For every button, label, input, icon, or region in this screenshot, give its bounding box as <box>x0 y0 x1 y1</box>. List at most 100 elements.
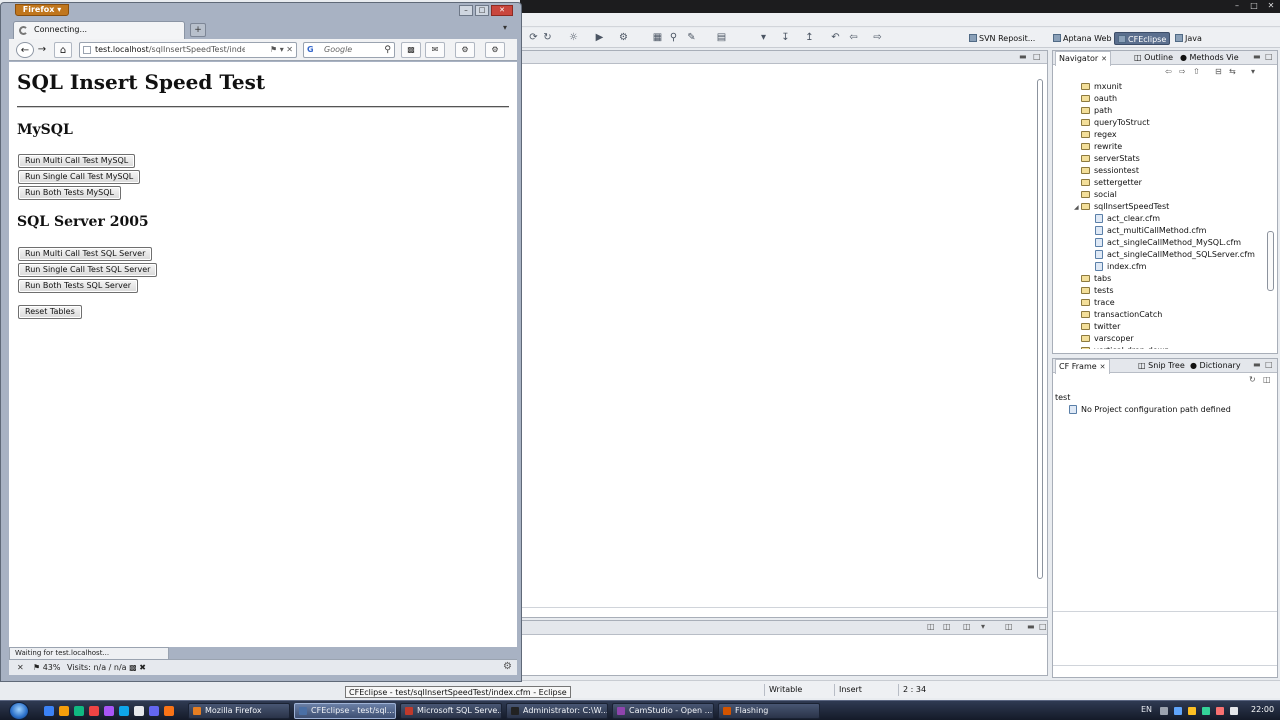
tray-icon[interactable] <box>1202 707 1210 715</box>
close-icon[interactable]: ✕ <box>1101 55 1107 63</box>
panel-toolbar-icon[interactable]: ◫ <box>943 622 951 631</box>
taskbar-item-flashing[interactable]: Flashing <box>718 703 820 719</box>
perspective-java[interactable]: Java <box>1172 32 1205 45</box>
tree-folder[interactable]: tests <box>1081 285 1114 297</box>
close-icon[interactable]: ✖ <box>139 663 146 672</box>
run-multi-call-sqlserver-button[interactable]: Run Multi Call Test SQL Server <box>18 247 153 261</box>
external-tools-icon[interactable]: ⚙ <box>618 32 629 43</box>
google-icon[interactable]: G <box>307 44 314 56</box>
tray-icon[interactable] <box>1216 707 1224 715</box>
tree-folder[interactable]: sessiontest <box>1081 165 1139 177</box>
minimize-icon[interactable]: ▬ <box>1253 52 1261 61</box>
tree-file[interactable]: index.cfm <box>1095 261 1146 273</box>
quicklaunch-icon[interactable] <box>44 706 54 716</box>
tree-folder[interactable]: rewrite <box>1081 141 1122 153</box>
quicklaunch-icon[interactable] <box>134 706 144 716</box>
open-type-icon[interactable]: ▦ <box>652 32 663 43</box>
tree-file[interactable]: act_singleCallMethod_SQLServer.cfm <box>1095 249 1255 261</box>
forward-button[interactable]: → <box>36 42 48 58</box>
maximize-icon[interactable]: □ <box>1247 1 1261 11</box>
tree-folder[interactable]: ◢ sqlInsertSpeedTest <box>1074 201 1169 213</box>
run-multi-call-mysql-button[interactable]: Run Multi Call Test MySQL <box>18 154 136 168</box>
quicklaunch-icon[interactable] <box>119 706 129 716</box>
tab-methods-view[interactable]: ● Methods Vie <box>1177 51 1242 65</box>
tray-icon[interactable] <box>1174 707 1182 715</box>
maximize-icon[interactable]: □ <box>475 5 489 16</box>
browser-tab[interactable]: Connecting... <box>13 21 185 39</box>
view-menu-icon[interactable]: ▾ <box>1251 67 1255 76</box>
tab-navigator[interactable]: Navigator ✕ <box>1055 51 1112 66</box>
forward-icon[interactable]: ⇨ <box>1179 67 1186 76</box>
sync-icon[interactable]: ⟳ <box>528 32 539 43</box>
maximize-icon[interactable]: □ <box>1039 622 1047 631</box>
panel-toolbar-icon[interactable]: ◫ <box>927 622 935 631</box>
prev-annotation-icon[interactable]: ↥ <box>804 32 815 43</box>
taskbar-item-camstudio[interactable]: CamStudio - Open ... <box>612 703 714 719</box>
tree-file[interactable]: act_multiCallMethod.cfm <box>1095 225 1206 237</box>
maximize-icon[interactable]: □ <box>1265 360 1273 369</box>
gear-icon[interactable]: ⚙ <box>503 661 512 673</box>
run-single-call-sqlserver-button[interactable]: Run Single Call Test SQL Server <box>18 263 158 277</box>
quicklaunch-icon[interactable] <box>164 706 174 716</box>
tray-icon[interactable] <box>1160 707 1168 715</box>
stop-icon[interactable]: ✕ <box>286 45 293 54</box>
tree-folder[interactable]: mxunit <box>1081 81 1122 93</box>
tree-folder[interactable]: transactionCatch <box>1081 309 1162 321</box>
scrollbar-thumb[interactable] <box>1037 79 1043 579</box>
mark-icon[interactable]: ▤ <box>716 32 727 43</box>
minimize-icon[interactable]: ▬ <box>1019 52 1027 61</box>
editor-horizontal-scrollbar[interactable] <box>521 607 1047 617</box>
tree-folder[interactable]: varscoper <box>1081 333 1134 345</box>
perspective-cfeclipse[interactable]: CFEclipse <box>1114 32 1171 45</box>
addon-button[interactable]: ▩ <box>401 42 421 58</box>
tab-snip-tree[interactable]: ◫ Snip Tree <box>1135 359 1188 373</box>
tree-file[interactable]: act_clear.cfm <box>1095 213 1160 225</box>
back-icon[interactable]: ⇦ <box>848 32 859 43</box>
url-bar[interactable]: test.localhost/sqlInsertSpeedTest/index.… <box>79 42 297 58</box>
new-tab-button[interactable]: + <box>190 23 206 37</box>
minimize-icon[interactable]: – <box>1230 1 1244 11</box>
search-bar[interactable]: G Google ⚲ <box>303 42 395 58</box>
run-both-mysql-button[interactable]: Run Both Tests MySQL <box>18 186 121 200</box>
close-icon[interactable]: ✕ <box>1100 363 1106 371</box>
scrollbar-thumb[interactable] <box>1267 231 1274 291</box>
tab-list-icon[interactable]: ▾ <box>503 23 507 32</box>
clock[interactable]: 22:00 <box>1251 704 1274 716</box>
taskbar-item-firefox[interactable]: Mozilla Firefox <box>188 703 290 719</box>
tree-folder[interactable]: settergetter <box>1081 177 1142 189</box>
addon-button[interactable]: ⚙ <box>485 42 505 58</box>
close-icon[interactable]: ✕ <box>491 5 513 16</box>
quicklaunch-icon[interactable] <box>149 706 159 716</box>
debug-icon[interactable]: ☼ <box>568 32 579 43</box>
navigator-scrollbar[interactable] <box>1266 81 1275 349</box>
collapse-all-icon[interactable]: ⊟ <box>1215 67 1222 76</box>
panel-toolbar-icon[interactable]: ◫ <box>963 622 971 631</box>
reset-tables-button[interactable]: Reset Tables <box>18 305 82 319</box>
editor-area[interactable]: ▬ □ <box>520 50 1048 618</box>
dropdown-arrow-icon[interactable]: ▾ <box>758 32 769 43</box>
refresh-icon[interactable]: ↻ <box>1249 375 1256 384</box>
run-icon[interactable]: ▶ <box>594 32 605 43</box>
home-button[interactable]: ⌂ <box>54 42 72 58</box>
tree-folder[interactable]: path <box>1081 105 1112 117</box>
quicklaunch-icon[interactable] <box>74 706 84 716</box>
run-both-sqlserver-button[interactable]: Run Both Tests SQL Server <box>18 279 139 293</box>
search-icon[interactable]: ⚲ <box>668 32 679 43</box>
perspective-aptana[interactable]: Aptana Web <box>1050 32 1115 45</box>
taskbar-item-cfeclipse[interactable]: CFEclipse - test/sql... <box>294 703 396 719</box>
last-edit-icon[interactable]: ↶ <box>830 32 841 43</box>
taskbar-item-sqlserver[interactable]: Microsoft SQL Serve... <box>400 703 502 719</box>
close-icon[interactable]: ✕ <box>17 662 24 673</box>
maximize-icon[interactable]: □ <box>1265 52 1273 61</box>
bookmark-star-icon[interactable]: ⚑ <box>270 45 277 54</box>
minimize-icon[interactable]: ▬ <box>1027 622 1035 631</box>
tree-folder[interactable]: vertical-drop-down <box>1081 345 1169 349</box>
tree-folder[interactable]: tabs <box>1081 273 1111 285</box>
language-indicator[interactable]: EN <box>1141 704 1152 716</box>
tree-folder[interactable]: oauth <box>1081 93 1117 105</box>
quicklaunch-icon[interactable] <box>104 706 114 716</box>
tree-folder[interactable]: twitter <box>1081 321 1120 333</box>
panel-toolbar-icon[interactable]: ▾ <box>981 622 985 631</box>
next-annotation-icon[interactable]: ↧ <box>780 32 791 43</box>
tray-icon[interactable] <box>1188 707 1196 715</box>
